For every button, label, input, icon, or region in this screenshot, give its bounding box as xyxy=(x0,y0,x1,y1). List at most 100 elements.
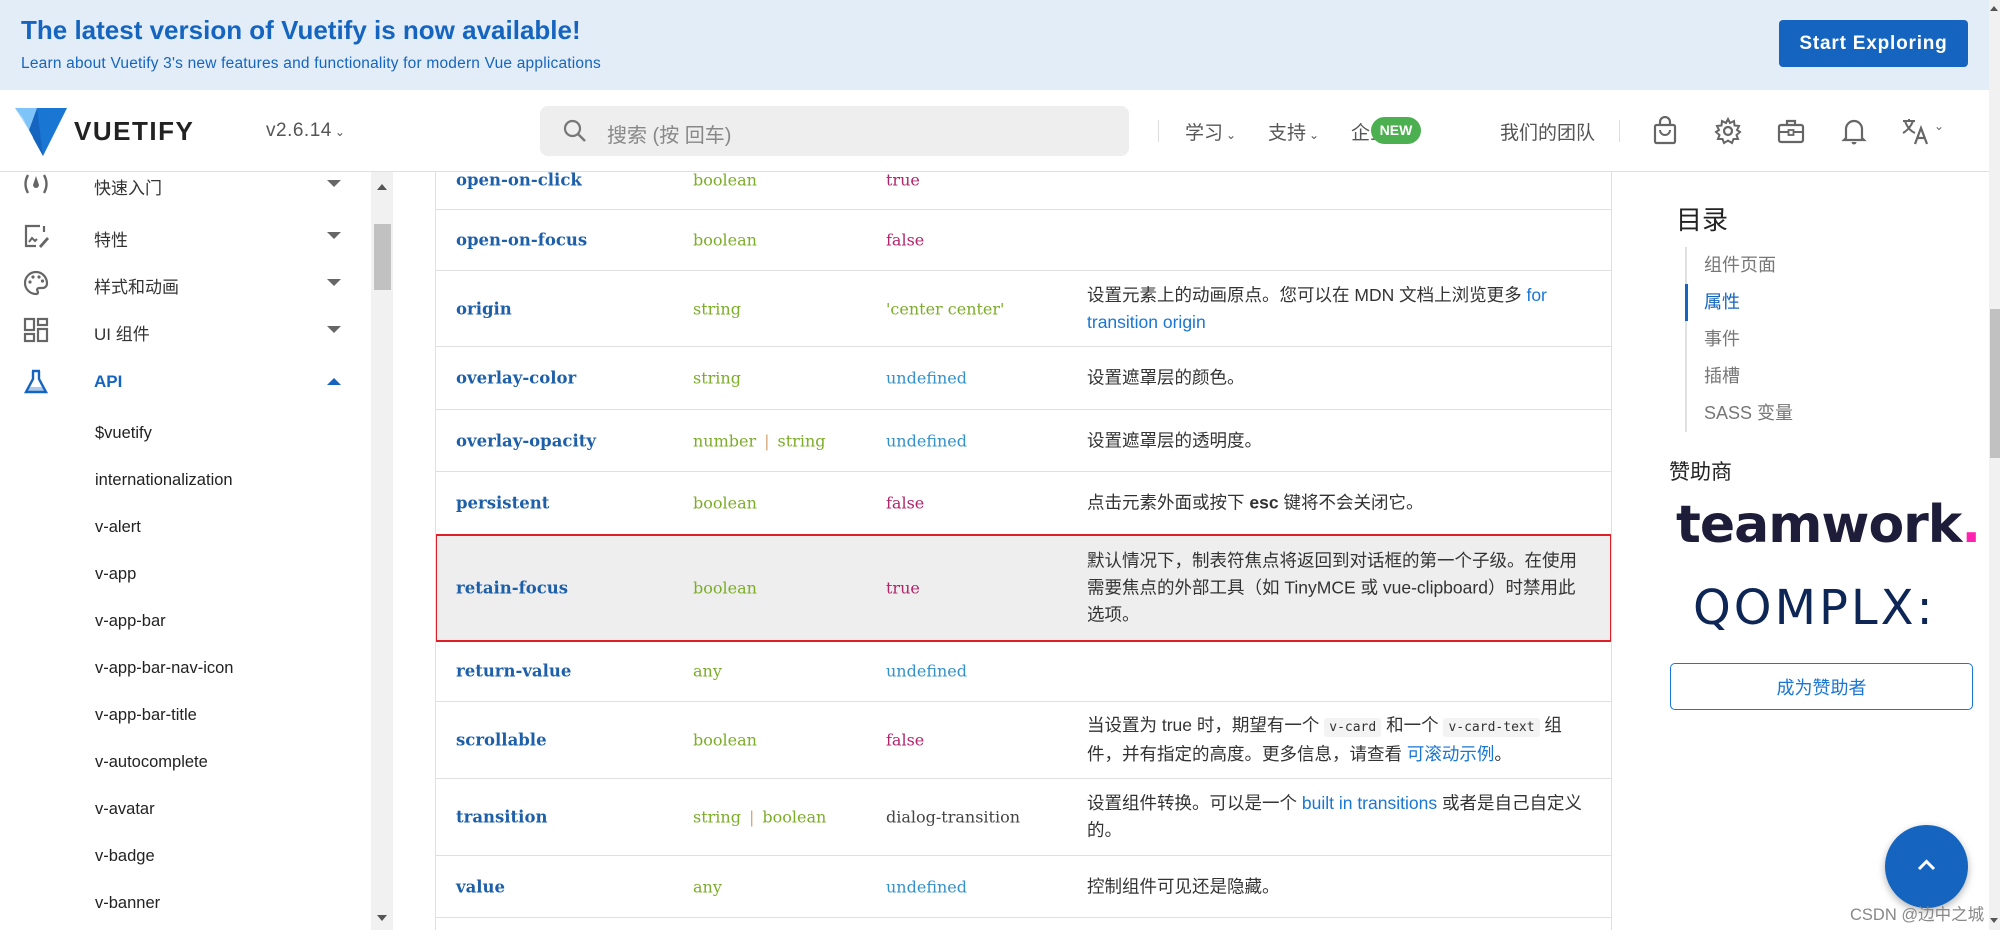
nav-team[interactable]: 我们的团队 xyxy=(1500,118,1595,145)
caret-down-icon xyxy=(327,232,341,239)
scrollable-example-link[interactable]: 可滚动示例 xyxy=(1407,744,1495,764)
toc-item-props[interactable]: 属性 xyxy=(1685,284,1935,321)
sidebar-group-label: 快速入门 xyxy=(94,179,162,198)
caret-down-icon xyxy=(327,180,341,187)
sidebar-scrollbar[interactable] xyxy=(371,172,393,930)
prop-type: boolean xyxy=(693,230,757,250)
toc-item-sass-variables[interactable]: SASS 变量 xyxy=(1687,395,1935,432)
logo-text[interactable]: VUETIFY xyxy=(74,116,194,147)
table-row: open-on-click boolean true xyxy=(436,172,1611,210)
prop-name: overlay-opacity xyxy=(456,431,596,450)
prop-description: 设置组件转换。可以是一个 built in transitions 或者是自己自… xyxy=(1087,790,1592,844)
gear-icon[interactable] xyxy=(1713,116,1743,146)
sidebar-scrollbar-thumb[interactable] xyxy=(374,224,391,290)
sidebar-group-features[interactable]: 特性 xyxy=(0,216,371,256)
scroll-down-arrow-icon[interactable] xyxy=(1990,918,1998,923)
page-scrollbar-thumb[interactable] xyxy=(1990,309,2000,458)
description-text: 。 xyxy=(1494,744,1512,764)
sidebar-item-v-app-bar-title[interactable]: v-app-bar-title xyxy=(95,706,197,725)
toc-item-events[interactable]: 事件 xyxy=(1687,321,1935,358)
scroll-down-arrow-icon[interactable] xyxy=(377,915,387,921)
sponsor-teamwork-logo[interactable]: teamwork. xyxy=(1676,495,1981,555)
chevron-down-icon: ⌄ xyxy=(1226,128,1237,142)
esc-key-text: esc xyxy=(1249,492,1279,513)
code-v-card: v-card xyxy=(1324,718,1382,737)
sidebar-group-api[interactable]: API xyxy=(0,362,371,402)
become-sponsor-button[interactable]: 成为赞助者 xyxy=(1670,663,1973,710)
props-table: open-on-click boolean true open-on-focus… xyxy=(435,172,1612,930)
sidebar-group-styles[interactable]: 样式和动画 xyxy=(0,263,371,303)
sidebar-item-v-avatar[interactable]: v-avatar xyxy=(95,800,155,819)
sponsor-name: teamwork xyxy=(1676,495,1962,555)
toc-item-slots[interactable]: 插槽 xyxy=(1687,358,1935,395)
built-in-transitions-link[interactable]: built in transitions xyxy=(1302,793,1437,813)
flask-icon xyxy=(23,369,49,394)
nav-learn[interactable]: 学习 ⌄ xyxy=(1185,118,1236,145)
scroll-up-arrow-icon[interactable] xyxy=(377,184,387,190)
prop-type: any xyxy=(693,661,722,681)
description-text: 设置组件转换。可以是一个 xyxy=(1087,793,1302,813)
nav-learn-label: 学习 xyxy=(1185,123,1224,144)
view-dashboard-icon xyxy=(23,317,49,343)
caret-down-icon xyxy=(327,279,341,286)
sidebar-item-v-banner[interactable]: v-banner xyxy=(95,894,160,913)
prop-name: transition xyxy=(456,807,548,827)
prop-name: overlay-color xyxy=(456,368,577,388)
prop-default: undefined xyxy=(886,431,968,450)
toc-item-component-pages[interactable]: 组件页面 xyxy=(1687,247,1935,284)
table-row-highlighted: retain-focus boolean true 默认情况下，制表符焦点将返回… xyxy=(436,534,1611,642)
vuetify-logo-icon[interactable] xyxy=(15,108,67,156)
sponsor-qomplx-logo[interactable]: QOMPLX: xyxy=(1693,580,1936,636)
briefcase-icon[interactable] xyxy=(1776,116,1806,146)
description-text: 设置元素上的动画原点。您可以在 MDN 文档上浏览更多 xyxy=(1087,284,1527,305)
prop-type: any xyxy=(693,877,722,896)
sidebar-item-v-alert[interactable]: v-alert xyxy=(95,518,141,537)
prop-default: dialog-transition xyxy=(886,807,1021,827)
page-scrollbar[interactable] xyxy=(1989,0,2000,930)
image-edit-icon xyxy=(24,224,49,248)
sidebar-group-label: UI 组件 xyxy=(94,325,150,344)
scroll-to-top-button[interactable] xyxy=(1885,825,1968,908)
table-of-contents: 组件页面 属性 事件 插槽 SASS 变量 xyxy=(1685,247,1935,432)
start-exploring-button[interactable]: Start Exploring xyxy=(1779,20,1968,67)
shopping-bag-icon[interactable] xyxy=(1650,116,1680,146)
prop-name: return-value xyxy=(456,661,572,681)
nav-support-label: 支持 xyxy=(1268,123,1307,144)
prop-name: scrollable xyxy=(456,730,547,750)
description-text: 当设置为 true 时，期望有一个 xyxy=(1087,715,1325,735)
prop-description: 控制组件可见还是隐藏。 xyxy=(1087,876,1280,896)
sidebar-item-internationalization[interactable]: internationalization xyxy=(95,471,233,490)
table-row: scrollable boolean false 当设置为 true 时，期望有… xyxy=(436,702,1611,779)
sidebar-item-v-app-bar[interactable]: v-app-bar xyxy=(95,612,166,631)
sponsors-title: 赞助商 xyxy=(1669,461,1732,484)
type-separator: | xyxy=(748,807,755,827)
search-icon xyxy=(563,119,586,142)
sidebar-group-getting-started[interactable]: 快速入门 xyxy=(0,172,371,204)
sidebar-item-v-app[interactable]: v-app xyxy=(95,565,136,584)
prop-name: origin xyxy=(456,299,512,318)
language-selector[interactable]: ⌄ xyxy=(1900,114,1960,148)
sidebar-item-v-autocomplete[interactable]: v-autocomplete xyxy=(95,753,208,772)
sidebar-item-v-badge[interactable]: v-badge xyxy=(95,847,155,866)
sidebar-item-v-app-bar-nav-icon[interactable]: v-app-bar-nav-icon xyxy=(95,659,233,678)
description-text: 点击元素外面或按下 xyxy=(1087,492,1250,513)
prop-type: boolean xyxy=(693,730,757,750)
sidebar-item-vuetify[interactable]: $vuetify xyxy=(95,424,152,443)
sidebar-group-label: 样式和动画 xyxy=(94,278,179,297)
type-boolean: boolean xyxy=(762,807,827,827)
banner-subtitle: Learn about Vuetify 3's new features and… xyxy=(21,55,602,72)
version-selector[interactable]: v2.6.14 ⌄ xyxy=(266,120,345,142)
scroll-up-arrow-icon[interactable] xyxy=(1990,6,1998,11)
search-placeholder: 搜索 (按 回车) xyxy=(607,125,732,147)
search-input[interactable]: 搜索 (按 回车) xyxy=(540,106,1129,156)
bell-icon[interactable] xyxy=(1839,116,1869,146)
chevron-down-icon: ⌄ xyxy=(1309,128,1320,142)
chevron-up-icon xyxy=(1917,859,1936,871)
prop-type: string | boolean xyxy=(693,808,826,827)
toc-title: 目录 xyxy=(1676,205,1729,235)
sidebar-group-ui-components[interactable]: UI 组件 xyxy=(0,310,371,350)
nav-support[interactable]: 支持 ⌄ xyxy=(1268,118,1319,145)
type-string: string xyxy=(777,431,826,450)
table-row: origin string 'center center' 设置元素上的动画原点… xyxy=(436,271,1611,347)
navigation-drawer: 快速入门 特性 样式和动画 UI 组件 API $vuetify interna… xyxy=(0,172,371,930)
